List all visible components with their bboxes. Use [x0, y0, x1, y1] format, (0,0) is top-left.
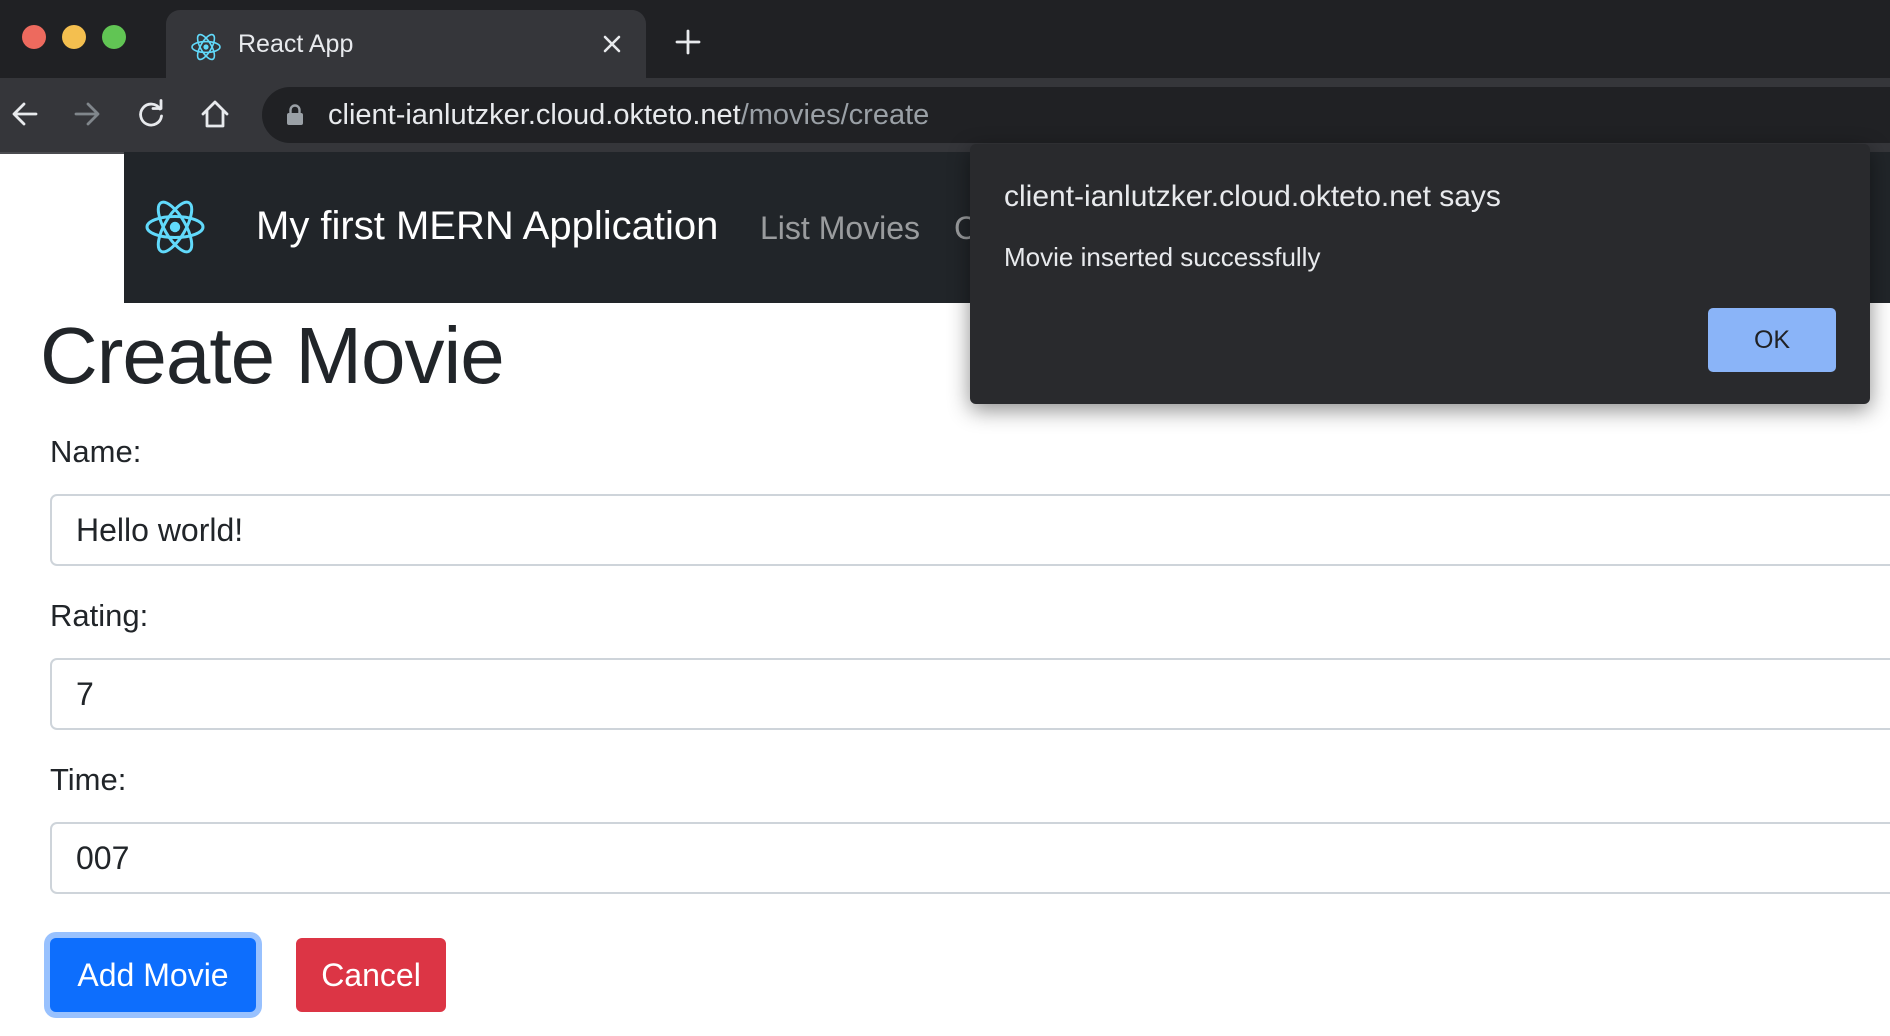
window-maximize-button[interactable] — [102, 25, 126, 49]
close-tab-icon[interactable] — [600, 32, 624, 56]
time-label: Time: — [50, 762, 127, 797]
window-minimize-button[interactable] — [62, 25, 86, 49]
dialog-title: client-ianlutzker.cloud.okteto.net says — [1004, 180, 1501, 213]
address-url: client-ianlutzker.cloud.okteto.net/movie… — [328, 99, 929, 132]
rating-input[interactable] — [50, 658, 1890, 730]
lock-icon[interactable] — [286, 104, 304, 126]
react-favicon-icon — [191, 33, 221, 61]
cancel-button[interactable]: Cancel — [296, 938, 446, 1012]
new-tab-icon[interactable] — [674, 28, 702, 56]
alert-dialog: client-ianlutzker.cloud.okteto.net says … — [970, 144, 1870, 404]
navbar-brand[interactable]: My first MERN Application — [256, 204, 718, 249]
rating-label: Rating: — [50, 598, 149, 633]
name-label: Name: — [50, 434, 142, 469]
tab-title: React App — [238, 30, 354, 58]
time-input[interactable] — [50, 822, 1890, 894]
browser-titlebar: React App — [0, 0, 1890, 78]
back-arrow-icon[interactable] — [8, 97, 42, 131]
add-movie-button[interactable]: Add Movie — [50, 938, 256, 1012]
nav-link-list-movies[interactable]: List Movies — [760, 210, 920, 247]
forward-arrow-icon[interactable] — [70, 97, 104, 131]
browser-tab[interactable]: React App — [166, 10, 646, 78]
name-input[interactable] — [50, 494, 1890, 566]
page-title: Create Movie — [40, 311, 505, 400]
home-icon[interactable] — [198, 97, 232, 131]
dialog-message: Movie inserted successfully — [1004, 242, 1321, 272]
address-bar[interactable]: client-ianlutzker.cloud.okteto.net/movie… — [262, 87, 1890, 143]
url-path: /movies/create — [740, 99, 930, 131]
browser-toolbar: client-ianlutzker.cloud.okteto.net/movie… — [0, 78, 1890, 154]
ok-button[interactable]: OK — [1708, 308, 1836, 372]
react-logo-icon[interactable] — [144, 198, 206, 256]
url-host: client-ianlutzker.cloud.okteto.net — [328, 99, 741, 131]
reload-icon[interactable] — [134, 97, 168, 131]
window-close-button[interactable] — [22, 25, 46, 49]
